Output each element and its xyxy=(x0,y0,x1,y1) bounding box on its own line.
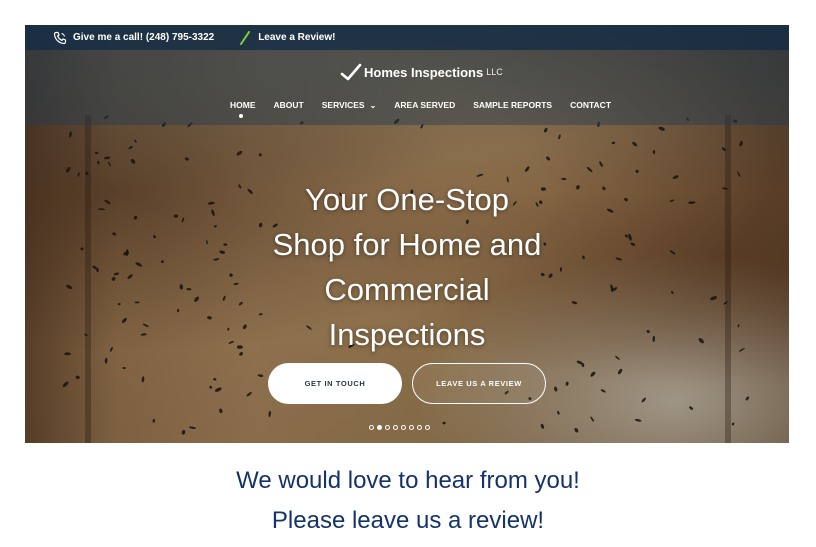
nav-about[interactable]: ABOUT xyxy=(274,100,304,110)
nav-services-label: SERVICES xyxy=(321,100,365,110)
review-text: Leave a Review! xyxy=(258,32,336,43)
hero-section: Give me a call! (248) 795-3322 Leave a R… xyxy=(25,25,789,443)
headline-line: Your One-Stop xyxy=(305,182,509,217)
headline-line: Inspections xyxy=(328,317,486,352)
nav-area-served-label: AREA SERVED xyxy=(394,100,456,110)
nav-active-indicator xyxy=(239,114,243,118)
slider-dot[interactable] xyxy=(369,425,374,430)
nav-sample-reports-label: SAMPLE REPORTS xyxy=(473,100,553,110)
call-text: Give me a call! (248) 795-3322 xyxy=(73,32,215,43)
nav-contact[interactable]: CONTACT xyxy=(570,100,611,110)
logo-suffix: LLC xyxy=(486,67,503,77)
phone-icon xyxy=(53,31,67,44)
site-header: Homes Inspections LLC HOME ABOUT SERVICE… xyxy=(25,50,789,125)
nav-sample-reports[interactable]: SAMPLE REPORTS xyxy=(473,100,552,110)
slider-dot[interactable] xyxy=(385,425,390,430)
leave-review-button[interactable]: LEAVE US A REVIEW xyxy=(412,363,546,404)
call-link[interactable]: Give me a call! (248) 795-3322 xyxy=(53,31,214,45)
chevron-down-icon: ⌄ xyxy=(369,100,377,110)
slider-dot[interactable] xyxy=(377,425,382,430)
nav-about-label: ABOUT xyxy=(273,100,304,110)
tagline-line-2: Please leave us a review! xyxy=(271,507,545,534)
nav-services[interactable]: SERVICES ⌄ xyxy=(322,100,377,110)
logo-name: Homes Inspections xyxy=(364,64,484,80)
review-link[interactable]: Leave a Review! xyxy=(238,30,336,45)
site-logo[interactable]: Homes Inspections LLC xyxy=(340,63,503,81)
nav-contact-label: CONTACT xyxy=(570,100,612,110)
slider-dot[interactable] xyxy=(401,425,406,430)
hero-headline: Your One-Stop Shop for Home and Commerci… xyxy=(215,177,599,357)
main-nav: HOME ABOUT SERVICES ⌄ AREA SERVED SAMPLE… xyxy=(230,100,629,118)
slider-dot[interactable] xyxy=(393,425,398,430)
tagline-line-1: We would love to hear from you! xyxy=(236,467,580,494)
leaf-icon xyxy=(240,30,251,45)
slider-dot[interactable] xyxy=(425,425,430,430)
nav-home[interactable]: HOME xyxy=(230,100,256,118)
headline-line: Commercial xyxy=(324,272,490,307)
headline-line: Shop for Home and xyxy=(272,227,542,262)
nav-area-served[interactable]: AREA SERVED xyxy=(394,100,455,110)
get-in-touch-button[interactable]: GET IN TOUCH xyxy=(268,363,402,404)
nav-home-label: HOME xyxy=(230,100,256,110)
slider-dot[interactable] xyxy=(417,425,422,430)
slider-dot[interactable] xyxy=(409,425,414,430)
top-bar: Give me a call! (248) 795-3322 Leave a R… xyxy=(25,25,789,50)
slider-pagination xyxy=(369,425,433,430)
checkmark-logo-icon xyxy=(340,63,362,81)
